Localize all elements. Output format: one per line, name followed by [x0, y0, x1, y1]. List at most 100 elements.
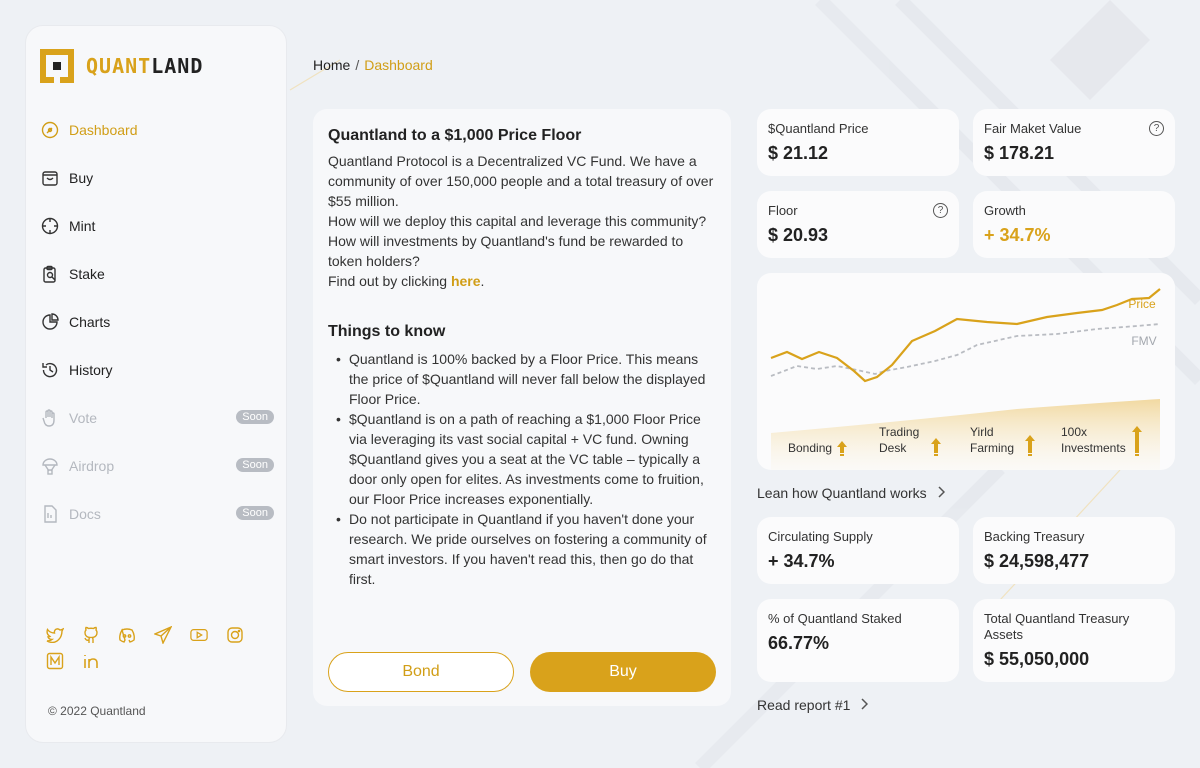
price-series-label: Price: [1128, 297, 1156, 311]
sidebar-item-charts[interactable]: Charts: [40, 298, 274, 346]
stat-value: $ 178.21: [984, 143, 1055, 163]
stage-label: Trading: [879, 425, 919, 439]
price-chart-card: Price FMV Bonding Trading Desk Yirld Far…: [757, 273, 1175, 470]
buy-button[interactable]: Buy: [530, 652, 716, 692]
stat-card-staked: % of Quantland Staked 66.77%: [757, 599, 959, 682]
things-to-know-list: Quantland is 100% backed by a Floor Pric…: [328, 349, 716, 589]
sidebar-item-label: History: [69, 362, 113, 378]
learn-how-link[interactable]: Lean how Quantland works: [757, 485, 945, 501]
sidebar-item-airdrop[interactable]: Airdrop Soon: [40, 442, 274, 490]
chevron-right-icon: [860, 697, 869, 713]
hand-icon: [40, 408, 60, 428]
brand-name: QUANTLAND: [86, 54, 204, 78]
sidebar-item-history[interactable]: History: [40, 346, 274, 394]
read-report-link[interactable]: Read report #1: [757, 697, 869, 713]
sidebar-item-label: Buy: [69, 170, 94, 186]
growth-area: [771, 399, 1160, 470]
stat-label: Fair Maket Value: [984, 121, 1082, 136]
list-item: Quantland is 100% backed by a Floor Pric…: [336, 349, 716, 409]
soon-badge: Soon: [236, 410, 274, 424]
fmv-series-label: FMV: [1131, 334, 1156, 348]
list-item: Do not participate in Quantland if you h…: [336, 509, 716, 589]
stat-value: $ 21.12: [768, 143, 829, 163]
breadcrumb-current: Dashboard: [364, 57, 433, 73]
parachute-icon: [40, 456, 60, 476]
stat-card-fmv: Fair Maket Value $ 178.21 ?: [973, 109, 1175, 176]
sidebar-item-dashboard[interactable]: Dashboard: [40, 106, 274, 154]
help-icon[interactable]: ?: [1149, 121, 1164, 136]
sidebar-item-mint[interactable]: Mint: [40, 202, 274, 250]
stat-label: % of Quantland Staked: [768, 611, 902, 626]
stage-label: Yirld: [970, 425, 994, 439]
stat-card-price: $Quantland Price $ 21.12: [757, 109, 959, 176]
bond-button[interactable]: Bond: [328, 652, 514, 692]
twitter-icon[interactable]: [46, 626, 64, 644]
stat-value: 66.77%: [768, 633, 830, 653]
soon-badge: Soon: [236, 506, 274, 520]
info-card-title: Quantland to a $1,000 Price Floor: [328, 127, 582, 144]
sidebar-item-label: Dashboard: [69, 122, 138, 138]
info-paragraph-1: Quantland Protocol is a Decentralized VC…: [328, 153, 714, 209]
stat-label: Circulating Supply: [768, 529, 873, 544]
price-line: [770, 288, 1161, 383]
dashboard-icon: [40, 120, 60, 140]
stat-label: Floor: [768, 203, 798, 218]
fmv-line: [770, 323, 1161, 377]
copyright: © 2022 Quantland: [48, 704, 146, 718]
soon-badge: Soon: [236, 458, 274, 472]
stat-value: $ 55,050,000: [984, 649, 1090, 669]
price-chart: Price FMV Bonding Trading Desk Yirld Far…: [770, 288, 1161, 470]
breadcrumb-home[interactable]: Home: [313, 57, 350, 73]
here-link[interactable]: here: [451, 273, 481, 289]
sidebar: QUANTLAND Dashboard Buy Mint Stake Chart…: [25, 25, 287, 743]
stat-card-backing-treasury: Backing Treasury $ 24,598,477: [973, 517, 1175, 584]
sidebar-item-vote[interactable]: Vote Soon: [40, 394, 274, 442]
info-card: Quantland to a $1,000 Price Floor Quantl…: [313, 109, 731, 706]
things-to-know-title: Things to know: [328, 323, 446, 340]
stat-card-floor: Floor $ 20.93 ?: [757, 191, 959, 258]
stat-card-total-treasury: Total Quantland Treasury Assets $ 55,050…: [973, 599, 1175, 682]
breadcrumb-separator: /: [355, 57, 360, 73]
youtube-icon[interactable]: [190, 626, 208, 644]
bag-icon: [40, 168, 60, 188]
list-item: $Quantland is on a path of reaching a $1…: [336, 409, 716, 509]
read-report-label: Read report #1: [757, 697, 851, 713]
chevron-right-icon: [937, 485, 945, 501]
info-paragraph-3: Find out by clicking here.: [328, 273, 485, 289]
stat-value: + 34.7%: [984, 225, 1051, 245]
stat-label: Total Quantland Treasury Assets: [984, 611, 1130, 642]
stat-value: + 34.7%: [768, 551, 835, 571]
help-icon[interactable]: ?: [933, 203, 948, 218]
stat-label: Backing Treasury: [984, 529, 1085, 544]
clipboard-icon: [40, 264, 60, 284]
breadcrumb: Home / Dashboard: [313, 57, 433, 73]
instagram-icon[interactable]: [226, 626, 244, 644]
stage-label: Desk: [879, 441, 907, 455]
discord-icon[interactable]: [118, 626, 136, 644]
telegram-icon[interactable]: [154, 626, 172, 644]
learn-how-label: Lean how Quantland works: [757, 485, 927, 501]
stat-card-growth: Growth + 34.7%: [973, 191, 1175, 258]
stat-value: $ 20.93: [768, 225, 829, 245]
linkedin-icon[interactable]: [82, 652, 100, 670]
stat-value: $ 24,598,477: [984, 551, 1090, 571]
github-icon[interactable]: [82, 626, 100, 644]
brand-logo[interactable]: QUANTLAND: [40, 49, 203, 83]
sidebar-item-docs[interactable]: Docs Soon: [40, 490, 274, 538]
sidebar-item-label: Stake: [69, 266, 105, 282]
sidebar-item-stake[interactable]: Stake: [40, 250, 274, 298]
sidebar-item-buy[interactable]: Buy: [40, 154, 274, 202]
sidebar-item-label: Docs: [69, 506, 101, 522]
sidebar-item-label: Mint: [69, 218, 96, 234]
sidebar-item-label: Airdrop: [69, 458, 115, 474]
sidebar-item-label: Vote: [69, 410, 98, 426]
medium-icon[interactable]: [46, 652, 64, 670]
stage-label: Investments: [1061, 441, 1126, 455]
sidebar-item-label: Charts: [69, 314, 111, 330]
history-icon: [40, 360, 60, 380]
action-buttons: Bond Buy: [328, 652, 716, 692]
stat-label: $Quantland Price: [768, 121, 869, 136]
stage-label: Bonding: [788, 441, 832, 455]
stat-card-circulating-supply: Circulating Supply + 34.7%: [757, 517, 959, 584]
social-links: [46, 626, 276, 670]
